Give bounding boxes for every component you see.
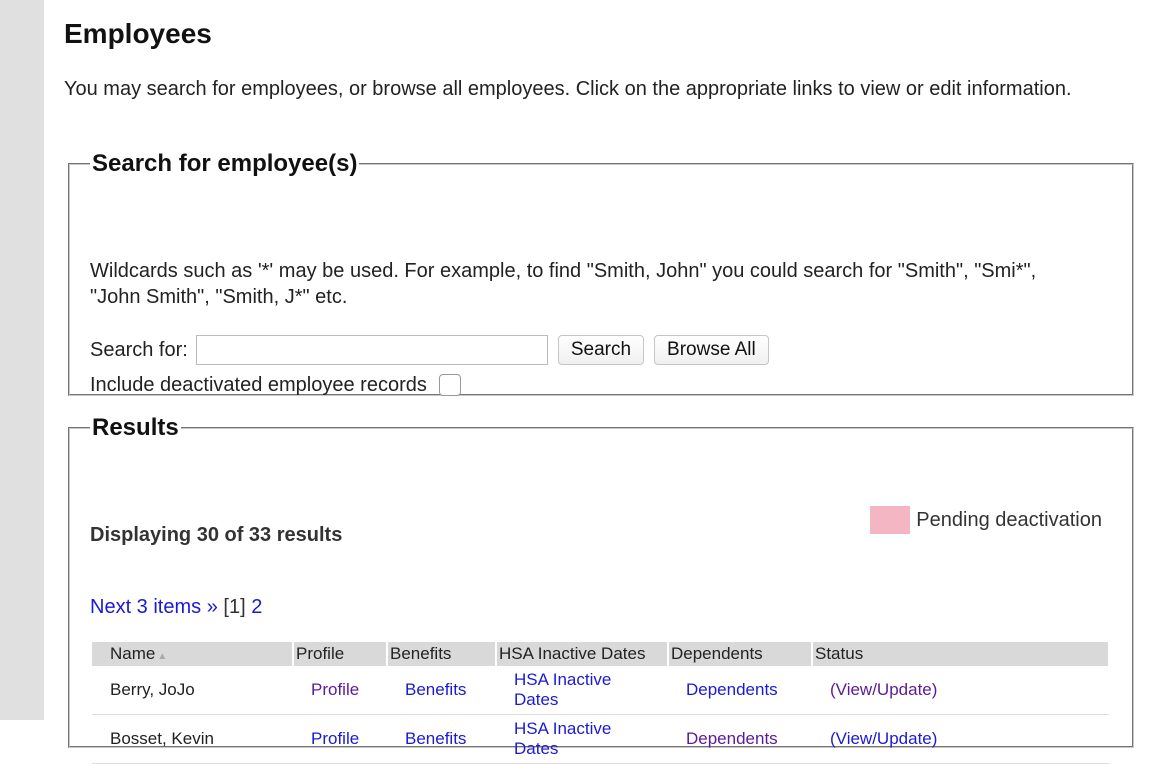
table-row: Bosset, Kevin Profile Benefits HSA Inact…	[92, 714, 1109, 764]
hsa-inactive-dates-link[interactable]: HSA Inactive Dates	[514, 670, 634, 710]
col-header-name-label: Name	[110, 644, 156, 663]
left-gutter	[0, 0, 44, 720]
next-items-link[interactable]: Next 3 items »	[90, 596, 218, 618]
col-header-status: Status	[812, 642, 1110, 666]
page-title: Employees	[64, 18, 212, 49]
browse-all-button[interactable]: Browse All	[654, 335, 769, 365]
pending-deactivation-label: Pending deactivation	[916, 508, 1102, 531]
search-fieldset: Search for employee(s) Wildcards such as…	[68, 150, 1134, 396]
search-button[interactable]: Search	[557, 335, 645, 365]
table-row: Berry, JoJo Profile Benefits HSA Inactiv…	[92, 666, 1109, 715]
results-count: Displaying 30 of 33 results	[90, 524, 343, 546]
results-table: Name ▲ Profile Benefits HSA Inactive Date…	[92, 642, 1110, 764]
sort-ascending-icon: ▲	[157, 651, 168, 662]
results-legend: Results	[92, 414, 179, 441]
pending-color-swatch	[870, 506, 911, 534]
status-view-update-link[interactable]: (View/Update)	[830, 680, 937, 699]
dependents-link[interactable]: Dependents	[686, 729, 778, 748]
dependents-link[interactable]: Dependents	[686, 680, 778, 699]
search-input[interactable]	[195, 335, 548, 365]
status-view-update-link[interactable]: (View/Update)	[830, 729, 937, 748]
col-header-hsa: HSA Inactive Dates	[496, 642, 669, 666]
col-header-profile: Profile	[293, 642, 388, 666]
wildcard-hint: Wildcards such as '*' may be used. For e…	[90, 260, 1037, 308]
table-header-row: Name ▲ Profile Benefits HSA Inactive Date…	[92, 642, 1110, 666]
search-legend: Search for employee(s)	[92, 150, 358, 177]
page-2-link[interactable]: 2	[251, 596, 262, 618]
profile-link[interactable]: Profile	[311, 729, 359, 748]
hsa-inactive-dates-link[interactable]: HSA Inactive Dates	[514, 719, 634, 759]
pending-deactivation-key: Pending deactivation	[870, 506, 1102, 534]
employee-name: Bosset, Kevin	[92, 714, 293, 764]
benefits-link[interactable]: Benefits	[405, 729, 466, 748]
page-intro: You may search for employees, or browse …	[64, 78, 1072, 100]
benefits-link[interactable]: Benefits	[405, 680, 466, 699]
col-header-name[interactable]: Name ▲	[92, 642, 294, 666]
search-label: Search for:	[90, 338, 188, 361]
employee-name: Berry, JoJo	[92, 666, 293, 715]
col-header-dependents: Dependents	[668, 642, 813, 666]
search-row: Search for: Search Browse All	[90, 334, 769, 366]
col-header-benefits: Benefits	[387, 642, 497, 666]
include-deactivated-row: Include deactivated employee records	[90, 372, 461, 398]
pagination: Next 3 items » [1] 2	[90, 596, 262, 619]
profile-link[interactable]: Profile	[311, 680, 359, 699]
main-content: Employees You may search for employees, …	[64, 0, 1134, 764]
include-deactivated-label: Include deactivated employee records	[90, 373, 427, 396]
current-page: [1]	[223, 596, 246, 618]
results-fieldset: Results Displaying 30 of 33 results Pend…	[68, 414, 1134, 764]
include-deactivated-checkbox[interactable]	[438, 374, 461, 396]
